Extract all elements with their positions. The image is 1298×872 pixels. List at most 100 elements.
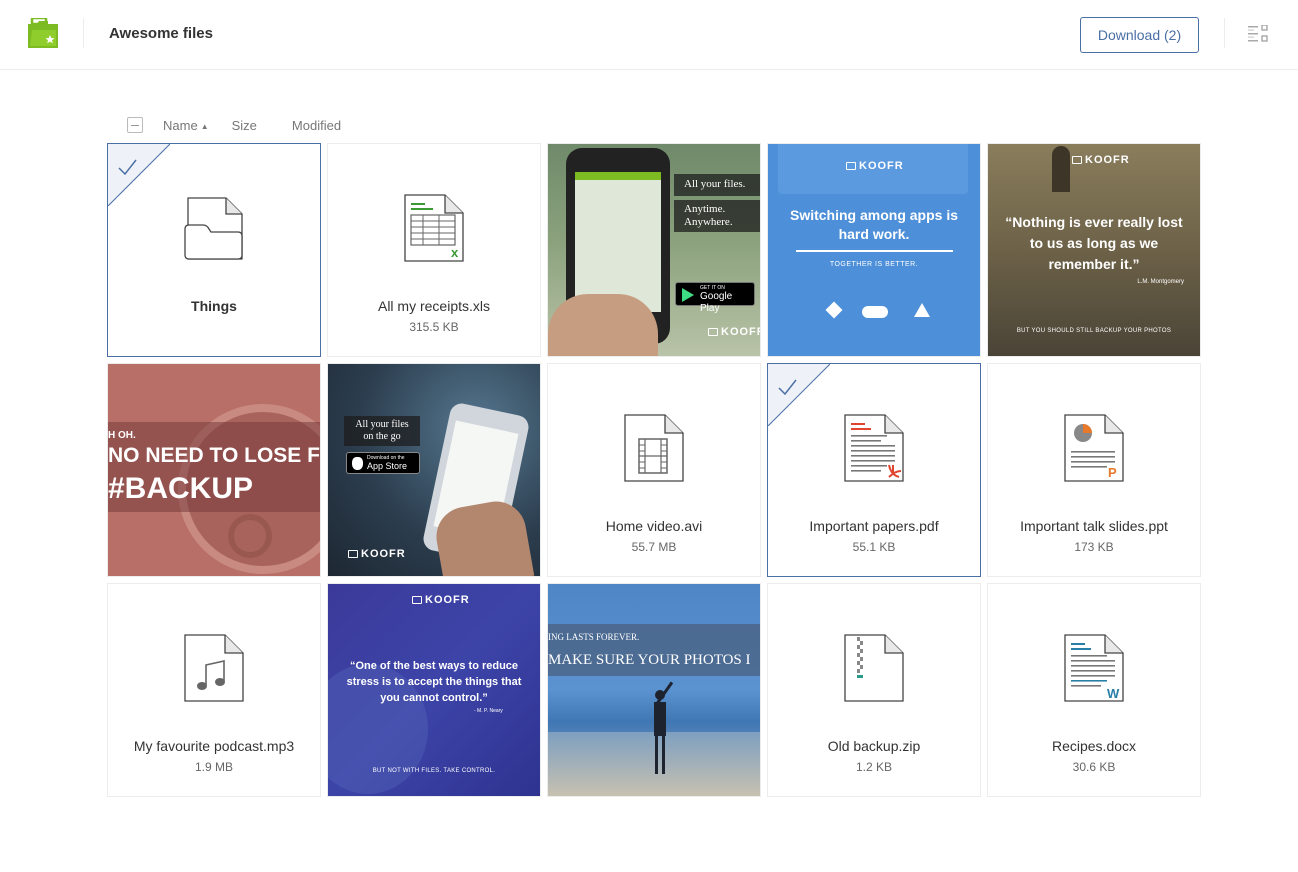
image-caption: “One of the best ways to reduce stress i… <box>346 660 522 704</box>
person-leg-shape <box>662 734 665 774</box>
image-tile-google-play[interactable]: All your files. Anytime. Anywhere. GET I… <box>547 143 761 357</box>
folder-icon <box>184 197 243 260</box>
divider-line <box>796 250 953 252</box>
person-shape <box>654 702 666 736</box>
brand-label: KOOFR <box>361 548 406 560</box>
image-caption: All your files on the go <box>344 416 420 446</box>
file-name: My favourite podcast.mp3 <box>133 738 295 754</box>
file-size: 55.1 KB <box>852 540 896 554</box>
svg-text:W: W <box>1107 686 1120 701</box>
sort-by-modified[interactable]: Modified <box>292 118 341 133</box>
image-thumbnail: KOOFR “One of the best ways to reduce st… <box>328 584 540 796</box>
svg-text:x: x <box>451 245 459 260</box>
image-caption: Anytime. Anywhere. <box>674 200 760 232</box>
image-tile-montgomery-quote[interactable]: KOOFR “Nothing is ever really lost to us… <box>987 143 1201 357</box>
image-tile-app-store[interactable]: All your files on the go Download on the… <box>327 363 541 577</box>
phone-app-bar <box>575 172 661 180</box>
koofr-mark-icon <box>412 596 422 604</box>
quote-author: L.M. Montgomery <box>1137 279 1184 285</box>
top-bar: Awesome files Download (2) <box>0 0 1298 70</box>
hand-shape <box>548 294 658 356</box>
file-size: 173 KB <box>1074 540 1114 554</box>
image-caption: All your files. <box>674 174 760 196</box>
sort-by-size[interactable]: Size <box>232 118 257 133</box>
koofr-mark-icon <box>1072 156 1082 164</box>
brand-label: KOOFR <box>1085 154 1130 166</box>
image-tile-stress-quote[interactable]: KOOFR “One of the best ways to reduce st… <box>327 583 541 797</box>
file-tile-receipts-xls[interactable]: x All my receipts.xls 315.5 KB <box>327 143 541 357</box>
document-file-icon: W <box>1064 634 1124 702</box>
file-size: 1.2 KB <box>855 760 893 774</box>
file-tile-important-papers-pdf[interactable]: Important papers.pdf 55.1 KB <box>767 363 981 577</box>
google-play-badge: GET IT ON Google Play <box>675 282 755 314</box>
play-icon <box>682 288 694 302</box>
koofr-watermark: KOOFR <box>708 326 760 338</box>
download-button[interactable]: Download (2) <box>1080 17 1199 53</box>
file-name: Important talk slides.ppt <box>1020 518 1168 534</box>
image-caption: H OH. <box>108 430 136 441</box>
file-name: Things <box>191 298 237 314</box>
sort-ascending-icon: ▲ <box>200 121 209 131</box>
image-tile-beach-photos[interactable]: ING LASTS FOREVER. MAKE SURE YOUR PHOTOS… <box>547 583 761 797</box>
file-name: Old backup.zip <box>827 738 921 754</box>
archive-file-icon <box>844 634 904 702</box>
image-thumbnail: KOOFR Switching among apps is hard work.… <box>768 144 980 356</box>
image-caption: BUT NOT WITH FILES. TAKE CONTROL. <box>372 768 496 774</box>
file-name: Recipes.docx <box>1051 738 1137 754</box>
audio-file-icon <box>184 634 244 702</box>
file-size: 30.6 KB <box>1072 760 1116 774</box>
file-name: Home video.avi <box>605 518 703 534</box>
selected-check-icon <box>768 364 830 426</box>
pdf-file-icon <box>844 414 904 482</box>
sort-name-label: Name <box>163 117 198 133</box>
image-thumbnail: H OH. NO NEED TO LOSE FI #BACKUP <box>108 364 320 576</box>
file-tile-recipes-docx[interactable]: W Recipes.docx 30.6 KB <box>987 583 1201 797</box>
phone-screen <box>575 172 661 312</box>
image-thumbnail: ING LASTS FOREVER. MAKE SURE YOUR PHOTOS… <box>548 584 760 796</box>
file-tile-podcast-mp3[interactable]: My favourite podcast.mp3 1.9 MB <box>107 583 321 797</box>
video-file-icon <box>624 414 684 482</box>
koofr-mark-icon <box>708 328 718 336</box>
sort-by-name[interactable]: Name ▲ <box>163 118 209 133</box>
presentation-file-icon: P <box>1064 414 1124 482</box>
image-tile-switching-apps[interactable]: KOOFR Switching among apps is hard work.… <box>767 143 981 357</box>
quote-author: - M. P. Neary <box>474 708 503 714</box>
apple-icon <box>352 457 363 470</box>
view-toggle-icon[interactable] <box>1248 24 1268 43</box>
image-caption: BUT YOU SHOULD STILL BACKUP YOUR PHOTOS <box>1016 328 1172 334</box>
file-size: 55.7 MB <box>631 540 677 554</box>
window-shape <box>1052 146 1070 192</box>
file-size: 315.5 KB <box>409 320 459 334</box>
file-tile-old-backup-zip[interactable]: Old backup.zip 1.2 KB <box>767 583 981 797</box>
app-store-badge: Download on the App Store <box>346 452 420 474</box>
cloud-icon <box>862 306 888 318</box>
image-caption: ING LASTS FOREVER. <box>548 632 640 642</box>
file-name: All my receipts.xls <box>377 298 491 314</box>
drive-icon <box>914 303 930 317</box>
file-tile-home-video-avi[interactable]: Home video.avi 55.7 MB <box>547 363 761 577</box>
brand-label: KOOFR <box>859 160 904 172</box>
selected-check-icon <box>108 144 170 206</box>
file-size: 1.9 MB <box>194 760 233 774</box>
image-caption: MAKE SURE YOUR PHOTOS I <box>548 652 751 668</box>
badge-label: Google Play <box>700 291 733 314</box>
file-tile-things[interactable]: Things <box>107 143 321 357</box>
file-tile-important-talk-slides-ppt[interactable]: P Important talk slides.ppt 173 KB <box>987 363 1201 577</box>
file-grid: Things x All my receipts.xls 315.5 KB Al <box>107 143 1201 797</box>
dropbox-icon <box>825 301 843 319</box>
select-all-checkbox[interactable] <box>127 117 143 133</box>
koofr-mark-icon <box>348 550 358 558</box>
badge-label: App Store <box>367 461 408 471</box>
image-caption: TOGETHER IS BETTER. <box>829 261 919 268</box>
sort-bar: Name ▲ Size Modified <box>127 115 341 135</box>
koofr-watermark: KOOFR <box>348 548 406 560</box>
image-thumbnail: All your files on the go Download on the… <box>328 364 540 576</box>
koofr-mark-icon <box>846 162 856 170</box>
person-leg-shape <box>655 734 658 774</box>
image-tile-backup[interactable]: H OH. NO NEED TO LOSE FI #BACKUP <box>107 363 321 577</box>
koofr-logo-icon[interactable] <box>26 16 60 50</box>
koofr-watermark: KOOFR <box>1072 154 1130 166</box>
koofr-watermark: KOOFR <box>846 160 904 172</box>
image-caption: NO NEED TO LOSE FI <box>108 444 320 467</box>
koofr-watermark: KOOFR <box>412 594 470 606</box>
